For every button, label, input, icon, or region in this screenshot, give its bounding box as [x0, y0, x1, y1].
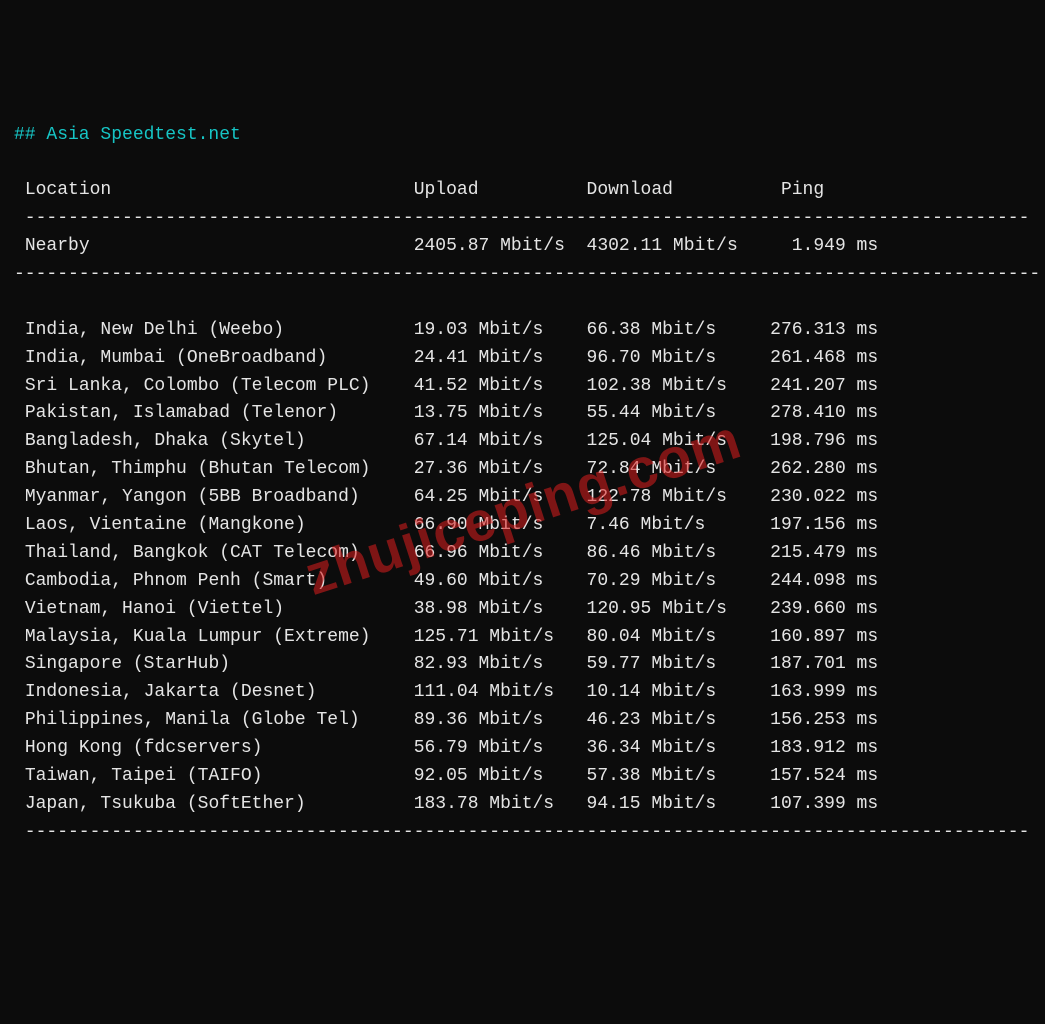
row-download: 70.29 Mbit/s — [587, 571, 760, 591]
row-ping: 157.524 ms — [759, 766, 878, 786]
row-upload: 41.52 Mbit/s — [414, 376, 587, 396]
row-location: Myanmar, Yangon (5BB Broadband) — [25, 487, 414, 507]
row-upload: 64.25 Mbit/s — [414, 487, 587, 507]
row-upload: 92.05 Mbit/s — [414, 766, 587, 786]
row-ping: 156.253 ms — [759, 710, 878, 730]
row-download: 57.38 Mbit/s — [587, 766, 760, 786]
row-location: Bhutan, Thimphu (Bhutan Telecom) — [25, 459, 414, 479]
row-location: Bangladesh, Dhaka (Skytel) — [25, 431, 414, 451]
col-header-upload: Upload — [414, 180, 587, 200]
row-ping: 239.660 ms — [759, 599, 878, 619]
row-download: 46.23 Mbit/s — [587, 710, 760, 730]
row-location: Japan, Tsukuba (SoftEther) — [25, 794, 414, 814]
row-ping: 198.796 ms — [759, 431, 878, 451]
row-location: Thailand, Bangkok (CAT Telecom) — [25, 543, 414, 563]
row-ping: 160.897 ms — [759, 627, 878, 647]
row-download: 102.38 Mbit/s — [587, 376, 760, 396]
row-ping: 187.701 ms — [759, 654, 878, 674]
row-location: Cambodia, Phnom Penh (Smart) — [25, 571, 414, 591]
row-upload: 24.41 Mbit/s — [414, 348, 587, 368]
row-location: Malaysia, Kuala Lumpur (Extreme) — [25, 627, 414, 647]
row-download: 96.70 Mbit/s — [587, 348, 760, 368]
row-location: Laos, Vientaine (Mangkone) — [25, 515, 414, 535]
row-upload: 111.04 Mbit/s — [414, 682, 587, 702]
row-ping: 261.468 ms — [759, 348, 878, 368]
row-upload: 67.14 Mbit/s — [414, 431, 587, 451]
col-header-download: Download — [587, 180, 760, 200]
row-upload: 27.36 Mbit/s — [414, 459, 587, 479]
row-upload: 38.98 Mbit/s — [414, 599, 587, 619]
row-upload: 56.79 Mbit/s — [414, 738, 587, 758]
nearby-label: Nearby — [25, 236, 414, 256]
row-download: 66.38 Mbit/s — [587, 320, 760, 340]
nearby-upload: 2405.87 Mbit/s — [414, 236, 587, 256]
row-location: Taiwan, Taipei (TAIFO) — [25, 766, 414, 786]
row-location: India, New Delhi (Weebo) — [25, 320, 414, 340]
row-upload: 183.78 Mbit/s — [414, 794, 587, 814]
row-ping: 276.313 ms — [759, 320, 878, 340]
row-ping: 278.410 ms — [759, 403, 878, 423]
row-upload: 89.36 Mbit/s — [414, 710, 587, 730]
row-location: Indonesia, Jakarta (Desnet) — [25, 682, 414, 702]
row-download: 94.15 Mbit/s — [587, 794, 760, 814]
row-ping: 241.207 ms — [759, 376, 878, 396]
section-title: ## Asia Speedtest.net — [14, 125, 241, 145]
col-header-location: Location — [25, 180, 414, 200]
row-ping: 183.912 ms — [759, 738, 878, 758]
row-download: 125.04 Mbit/s — [587, 431, 760, 451]
row-ping: 262.280 ms — [759, 459, 878, 479]
row-location: Philippines, Manila (Globe Tel) — [25, 710, 414, 730]
row-download: 80.04 Mbit/s — [587, 627, 760, 647]
row-download: 72.84 Mbit/s — [587, 459, 760, 479]
row-upload: 49.60 Mbit/s — [414, 571, 587, 591]
row-location: Vietnam, Hanoi (Viettel) — [25, 599, 414, 619]
row-upload: 13.75 Mbit/s — [414, 403, 587, 423]
row-upload: 82.93 Mbit/s — [414, 654, 587, 674]
row-location: India, Mumbai (OneBroadband) — [25, 348, 414, 368]
row-download: 55.44 Mbit/s — [587, 403, 760, 423]
col-header-ping: Ping — [781, 180, 824, 200]
row-location: Singapore (StarHub) — [25, 654, 414, 674]
nearby-ping: 1.949 ms — [759, 236, 878, 256]
row-download: 59.77 Mbit/s — [587, 654, 760, 674]
row-download: 7.46 Mbit/s — [587, 515, 760, 535]
row-download: 10.14 Mbit/s — [587, 682, 760, 702]
row-ping: 230.022 ms — [759, 487, 878, 507]
row-download: 36.34 Mbit/s — [587, 738, 760, 758]
nearby-download: 4302.11 Mbit/s — [587, 236, 760, 256]
row-upload: 66.96 Mbit/s — [414, 543, 587, 563]
row-upload: 125.71 Mbit/s — [414, 627, 587, 647]
row-upload: 19.03 Mbit/s — [414, 320, 587, 340]
row-ping: 197.156 ms — [759, 515, 878, 535]
row-download: 86.46 Mbit/s — [587, 543, 760, 563]
row-location: Pakistan, Islamabad (Telenor) — [25, 403, 414, 423]
row-ping: 244.098 ms — [759, 571, 878, 591]
row-ping: 163.999 ms — [759, 682, 878, 702]
row-download: 122.78 Mbit/s — [587, 487, 760, 507]
row-ping: 215.479 ms — [759, 543, 878, 563]
row-location: Hong Kong (fdcservers) — [25, 738, 414, 758]
terminal-output: ## Asia Speedtest.net Location Upload Do… — [14, 122, 1031, 847]
row-ping: 107.399 ms — [759, 794, 878, 814]
row-upload: 66.90 Mbit/s — [414, 515, 587, 535]
row-download: 120.95 Mbit/s — [587, 599, 760, 619]
row-location: Sri Lanka, Colombo (Telecom PLC) — [25, 376, 414, 396]
